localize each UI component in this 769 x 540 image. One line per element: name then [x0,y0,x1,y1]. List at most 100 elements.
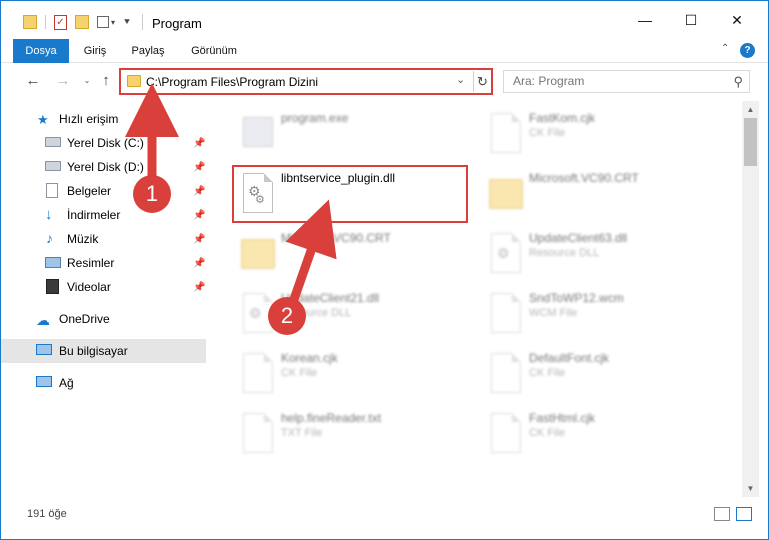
up-arrow-icon[interactable]: ↑ [96,71,116,91]
nav-item-drive-d[interactable]: Yerel Disk (D:) 📌 [1,155,206,179]
nav-item-drive-c[interactable]: Yerel Disk (C:) 📌 [1,131,206,155]
nav-item-onedrive[interactable]: ☁ OneDrive [1,307,206,331]
file-type: TXT File [281,427,323,439]
nav-label: Bu bilgisayar [59,344,128,358]
folder-icon[interactable] [23,15,37,29]
address-bar[interactable]: C:\Program Files\Program Dizini ⌄ ↻ [119,68,493,95]
nav-label: Yerel Disk (D:) [67,160,144,174]
star-icon: ★ [37,112,49,127]
chevron-down-icon[interactable]: ▾ [111,18,115,27]
document-icon [485,351,523,397]
pin-icon[interactable]: 📌 [193,186,205,197]
pin-icon[interactable]: 📌 [193,234,205,245]
maximize-button[interactable]: ☐ [668,1,714,39]
details-view-icon[interactable] [714,507,730,521]
tab-home[interactable]: Giriş [77,39,113,63]
music-icon: ♪ [46,230,53,246]
recent-locations-icon[interactable]: ⌄ [77,71,97,91]
file-item[interactable]: Korean.cjk CK File [233,347,473,403]
pin-icon[interactable]: 📌 [193,138,205,149]
nav-item-videos[interactable]: Videolar 📌 [1,275,206,299]
step-badge-2: 2 [268,297,306,335]
tab-view[interactable]: Görünüm [187,39,241,63]
file-name: Korean.cjk [281,351,338,365]
back-arrow-icon[interactable]: ← [23,71,43,91]
scroll-thumb[interactable] [744,118,757,166]
download-icon: ↓ [45,206,53,223]
scroll-up-icon[interactable]: ▲ [742,101,759,118]
pictures-icon [45,257,61,268]
pin-icon[interactable]: 📌 [193,162,205,173]
address-path[interactable]: C:\Program Files\Program Dizini [146,75,318,89]
document-icon [46,183,58,198]
vertical-scrollbar[interactable]: ▲ ▼ [742,101,759,497]
search-input[interactable] [513,74,713,88]
pin-icon[interactable]: 📌 [193,258,205,269]
exe-icon [237,111,275,157]
document-icon [485,291,523,337]
search-icon[interactable]: ⚲ [733,74,743,90]
customize-toolbar-icon[interactable]: ⯆ [123,17,131,28]
file-item[interactable]: Microsoft.VC90.CRT [233,227,473,283]
file-name: UpdateClient63.dll [529,231,628,245]
address-row: ← → ⌄ ↑ C:\Program Files\Program Dizini … [1,63,768,101]
forward-arrow-icon[interactable]: → [53,71,73,91]
nav-label: Hızlı erişim [59,112,119,126]
nav-label: İndirmeler [67,208,121,222]
window-title: Program [152,16,202,31]
file-item[interactable]: DefaultFont.cjk CK File [481,347,721,403]
file-item[interactable]: FastHtml.cjk CK File [481,407,721,463]
file-item[interactable]: FastKom.cjk CK File [481,107,721,163]
computer-icon [36,344,52,355]
status-bar: 191 öğe [1,501,768,539]
nav-item-pictures[interactable]: Resimler 📌 [1,251,206,275]
file-name: program.exe [281,111,349,125]
large-icons-view-icon[interactable] [736,507,752,521]
help-icon[interactable]: ? [740,43,755,58]
file-name: SndToWP12.wcm [529,291,624,305]
file-name: Microsoft.VC90.CRT [281,231,391,245]
file-name: help.fineReader.txt [281,411,382,425]
refresh-icon[interactable]: ↻ [473,71,491,92]
file-item[interactable]: ⚙ UpdateClient63.dll Resource DLL [481,227,721,283]
nav-item-documents[interactable]: Belgeler 📌 [1,179,206,203]
video-icon [46,279,59,294]
minimize-button[interactable]: — [622,1,668,39]
nav-item-this-pc[interactable]: Bu bilgisayar [1,339,206,363]
file-item[interactable]: program.exe [233,107,473,163]
pin-icon[interactable]: 📌 [193,282,205,293]
nav-item-network[interactable]: Ağ [1,371,206,395]
view-options-icon[interactable] [97,16,109,28]
file-name: FastKom.cjk [529,111,596,125]
pin-icon[interactable]: 📌 [193,210,205,221]
quick-access-toolbar: ✓ ▾ ⯆ [23,13,131,31]
file-name: FastHtml.cjk [529,411,595,425]
file-name: DefaultFont.cjk [529,351,610,365]
drive-icon [45,137,61,147]
separator [45,15,46,29]
chevron-up-icon[interactable]: ⌃ [721,43,729,54]
nav-label: Videolar [67,280,111,294]
drive-icon [45,161,61,171]
search-box[interactable]: ⚲ [503,70,750,93]
dll-gear-icon: ⚙ [485,231,523,277]
file-highlight-box [232,165,468,223]
file-item[interactable]: help.fineReader.txt TXT File [233,407,473,463]
tab-share[interactable]: Paylaş [127,39,169,63]
folder-icon [485,171,523,217]
file-item[interactable]: Microsoft.VC90.CRT [481,167,721,223]
folder-icon [127,75,141,87]
nav-item-music[interactable]: ♪ Müzik 📌 [1,227,206,251]
nav-item-quick-access[interactable]: ★ Hızlı erişim [1,107,206,131]
chevron-down-icon[interactable]: ⌄ [456,73,465,86]
properties-icon[interactable]: ✓ [54,14,67,30]
nav-item-downloads[interactable]: ↓ İndirmeler 📌 [1,203,206,227]
document-icon [485,411,523,457]
scroll-down-icon[interactable]: ▼ [742,480,759,497]
nav-label: Müzik [67,232,99,246]
close-button[interactable]: ✕ [714,1,760,39]
file-item[interactable]: SndToWP12.wcm WCM File [481,287,721,343]
cloud-icon: ☁ [36,312,50,328]
new-folder-icon[interactable] [75,15,89,29]
nav-label: Yerel Disk (C:) [67,136,144,150]
